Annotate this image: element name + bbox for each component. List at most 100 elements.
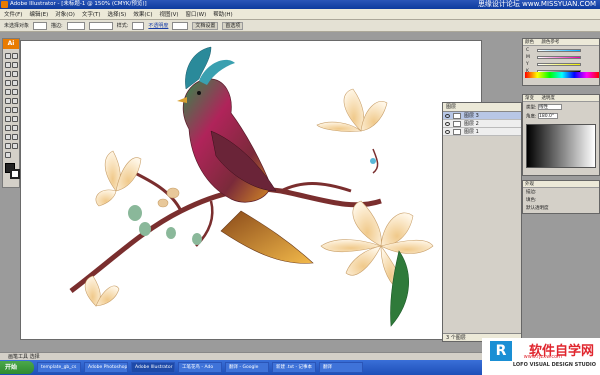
appearance-opacity-row[interactable]: 默认透明度 bbox=[523, 204, 599, 212]
zoom-tool-icon[interactable] bbox=[5, 152, 11, 158]
layer-name: 图层 3 bbox=[464, 113, 479, 119]
gradient-type-row: 类型: 线性 bbox=[523, 102, 599, 113]
appearance-stroke: 描边: bbox=[526, 190, 537, 195]
style-swatch[interactable] bbox=[132, 21, 145, 30]
toolbox: Ai bbox=[2, 38, 20, 188]
warp-tool-icon[interactable] bbox=[5, 107, 11, 113]
free-transform-tool-icon[interactable] bbox=[12, 107, 18, 113]
gradient-tool-icon[interactable] bbox=[12, 125, 18, 131]
appearance-stroke-row[interactable]: 描边: bbox=[523, 188, 599, 196]
opacity-link[interactable]: 不透明度 bbox=[148, 22, 168, 29]
magnolia-left bbox=[95, 150, 151, 236]
menu-type[interactable]: 文字(T) bbox=[82, 10, 101, 18]
symbol-tool-icon[interactable] bbox=[5, 116, 11, 122]
appearance-fill: 填色: bbox=[526, 198, 537, 203]
eye-icon[interactable] bbox=[445, 129, 450, 134]
gradient-type-select[interactable]: 线性 bbox=[537, 104, 562, 110]
taskbar-item[interactable]: Adobe Illustrator bbox=[131, 362, 175, 373]
taskbar-item[interactable]: 工笔花鸟 - Ado bbox=[178, 362, 222, 373]
gradient-angle-row: 角度: 180.0° bbox=[523, 112, 599, 119]
tab-color-guide[interactable]: 颜色参考 bbox=[541, 40, 559, 45]
gradient-type-label: 类型: bbox=[526, 105, 537, 111]
taskbar-item[interactable]: 新建 .txt - 记事本 bbox=[272, 362, 316, 373]
gradient-panel-header: 渐变 透明度 bbox=[523, 95, 599, 102]
mesh-tool-icon[interactable] bbox=[5, 125, 11, 131]
magnolia-bottom-left bbox=[84, 275, 120, 307]
taskbar-item[interactable]: template_gb_cs bbox=[37, 362, 81, 373]
m-label: M bbox=[526, 55, 530, 60]
menu-select[interactable]: 选择(S) bbox=[108, 10, 127, 18]
appearance-fill-row[interactable]: 填色: bbox=[523, 196, 599, 204]
bird bbox=[177, 46, 314, 264]
preferences-button[interactable]: 首选项 bbox=[222, 21, 244, 30]
menu-window[interactable]: 窗口(W) bbox=[186, 10, 207, 18]
menu-edit[interactable]: 编辑(E) bbox=[29, 10, 48, 18]
taskbar-item[interactable]: Adobe Photoshop bbox=[84, 362, 128, 373]
type-tool-icon[interactable] bbox=[12, 71, 18, 77]
eye-icon[interactable] bbox=[445, 121, 450, 126]
tab-color[interactable]: 颜色 bbox=[525, 40, 534, 45]
rectangle-tool-icon[interactable] bbox=[12, 80, 18, 86]
app-icon bbox=[1, 1, 8, 8]
hand-tool-icon[interactable] bbox=[12, 143, 18, 149]
taskbar-item[interactable]: 翻译 - Google bbox=[225, 362, 269, 373]
doc-setup-button[interactable]: 文档设置 bbox=[192, 21, 219, 30]
gradient-angle-label: 角度: bbox=[526, 114, 537, 119]
menu-file[interactable]: 文件(F) bbox=[4, 10, 22, 18]
stroke-weight-field[interactable] bbox=[66, 21, 85, 30]
c-slider[interactable] bbox=[537, 49, 581, 52]
blend-tool-icon[interactable] bbox=[12, 134, 18, 140]
appearance-panel: 外观 描边: 填色: 默认透明度 bbox=[522, 180, 600, 214]
color-spectrum-bar[interactable] bbox=[525, 72, 599, 78]
graph-tool-icon[interactable] bbox=[12, 116, 18, 122]
selection-tool-icon[interactable] bbox=[5, 53, 11, 59]
line-tool-icon[interactable] bbox=[5, 80, 11, 86]
direct-selection-tool-icon[interactable] bbox=[12, 53, 18, 59]
opacity-field[interactable] bbox=[172, 21, 189, 30]
bird-magnolia-illustration bbox=[69, 46, 434, 327]
watermark-logo-mark: R bbox=[490, 341, 512, 361]
start-button[interactable]: 开始 bbox=[0, 361, 34, 374]
y-slider[interactable] bbox=[537, 63, 581, 66]
scale-tool-icon[interactable] bbox=[12, 98, 18, 104]
eye-icon[interactable] bbox=[445, 113, 450, 118]
layers-panel-title: 图层 bbox=[443, 103, 521, 112]
stroke-color-swatch[interactable] bbox=[10, 169, 20, 179]
layer-row[interactable]: 图层 1 bbox=[443, 128, 521, 136]
appearance-opacity: 默认透明度 bbox=[526, 206, 549, 211]
artboard[interactable] bbox=[20, 40, 482, 340]
brush-select[interactable] bbox=[88, 21, 113, 30]
menu-object[interactable]: 对象(O) bbox=[55, 10, 75, 18]
color-panel: 颜色 颜色参考 C M Y K bbox=[522, 38, 600, 86]
eyedropper-tool-icon[interactable] bbox=[5, 134, 11, 140]
layer-name: 图层 1 bbox=[464, 129, 479, 135]
lasso-tool-icon[interactable] bbox=[12, 62, 18, 68]
magnolia-top-right bbox=[316, 88, 388, 174]
magic-wand-tool-icon[interactable] bbox=[5, 62, 11, 68]
tab-gradient[interactable]: 渐变 bbox=[525, 96, 534, 101]
fill-swatch[interactable] bbox=[33, 21, 48, 30]
m-slider[interactable] bbox=[537, 56, 581, 59]
gradient-preview[interactable] bbox=[526, 124, 596, 168]
selection-label: 未选择对象 bbox=[4, 23, 30, 29]
ai-logo: Ai bbox=[3, 39, 19, 49]
menu-effect[interactable]: 效果(C) bbox=[133, 10, 152, 18]
tab-transparency[interactable]: 透明度 bbox=[541, 96, 555, 101]
menu-view[interactable]: 视图(V) bbox=[159, 10, 178, 18]
rotate-tool-icon[interactable] bbox=[5, 98, 11, 104]
control-bar: 未选择对象 描边: 样式: 不透明度 文档设置 首选项 bbox=[0, 20, 600, 32]
scissors-tool-icon[interactable] bbox=[5, 143, 11, 149]
stroke-label: 描边: bbox=[51, 23, 63, 29]
c-label: C bbox=[526, 48, 530, 53]
window-title: Adobe Illustrator - [未标题-1 @ 150% (CMYK/… bbox=[10, 1, 147, 7]
layer-thumbnail bbox=[453, 120, 461, 127]
paintbrush-tool-icon[interactable] bbox=[5, 89, 11, 95]
pencil-tool-icon[interactable] bbox=[12, 89, 18, 95]
pen-tool-icon[interactable] bbox=[5, 71, 11, 77]
menu-help[interactable]: 帮助(H) bbox=[213, 10, 232, 18]
taskbar-item[interactable]: 翻译 bbox=[319, 362, 363, 373]
layer-row[interactable]: 图层 2 bbox=[443, 120, 521, 128]
layer-row[interactable]: 图层 3 bbox=[443, 112, 521, 120]
gradient-angle-field[interactable]: 180.0° bbox=[537, 112, 558, 119]
watermark-subtitle: LOFO VISUAL DESIGN STUDIO bbox=[512, 362, 596, 368]
